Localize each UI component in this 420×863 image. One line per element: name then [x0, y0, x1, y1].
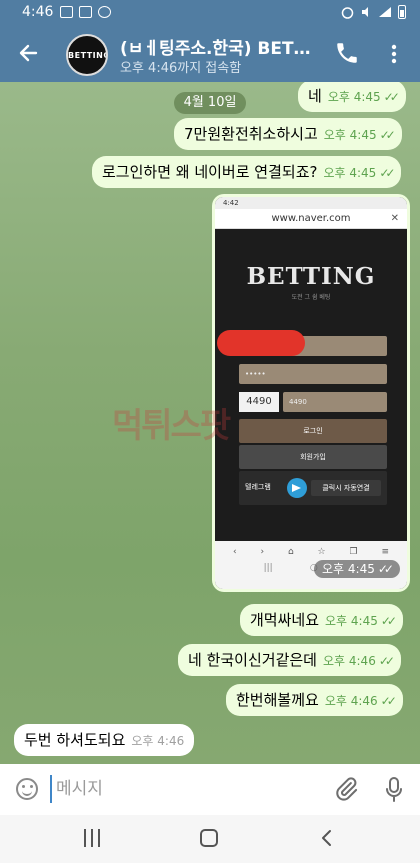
inner-tabs-icon: ❐	[349, 547, 358, 557]
message-text: 7만원환전취소하시고	[184, 125, 318, 143]
read-checkmarks-icon: ✓✓	[379, 166, 395, 180]
emoji-icon[interactable]	[16, 778, 38, 800]
gallery-notification-icon	[60, 6, 73, 18]
status-time: 4:46	[22, 4, 54, 20]
avatar[interactable]: BETTING	[66, 34, 108, 76]
image-time: 오후 4:45 ✓✓	[314, 560, 400, 578]
inner-forward-icon: ›	[260, 547, 265, 557]
message-bubble[interactable]: 네 오후 4:45 ✓✓	[298, 82, 406, 112]
alarm-icon	[341, 6, 354, 19]
notification-icons	[60, 6, 111, 18]
message-text: 두번 하셔도되요	[24, 731, 126, 749]
inner-url-bar: www.naver.com ✕	[215, 209, 407, 229]
recent-apps-icon[interactable]	[84, 829, 102, 847]
last-seen-status: 오후 4:46까지 접속함	[120, 61, 242, 76]
message-text: 한번해볼께요	[236, 691, 319, 709]
tool-notification-icon	[98, 6, 111, 18]
inner-logo-sub: 도전 그 쉼 베팅	[291, 294, 331, 301]
image-time-text: 오후 4:45	[322, 562, 375, 576]
message-input[interactable]	[50, 775, 310, 803]
inner-star-icon: ☆	[317, 547, 326, 557]
redaction-mark	[217, 330, 305, 356]
back-icon[interactable]	[318, 829, 336, 847]
system-icons	[341, 5, 406, 19]
message-time: 오후 4:46	[131, 734, 185, 748]
message-time: 오후 4:46	[322, 654, 376, 668]
signal-icon	[379, 7, 391, 17]
system-navigation-bar	[0, 815, 420, 863]
read-checkmarks-icon: ✓✓	[377, 562, 394, 576]
chat-title[interactable]: (ㅂㅔ팅주소.한국) BET…	[120, 34, 320, 59]
message-bubble[interactable]: 두번 하셔도되요 오후 4:46	[14, 724, 195, 756]
read-checkmarks-icon: ✓✓	[378, 654, 395, 668]
message-time: 오후 4:46	[324, 694, 378, 708]
message-text: 네 한국이신거같은데	[188, 651, 317, 669]
message-bubble[interactable]: 7만원환전취소하시고 오후 4:45 ✓✓	[174, 118, 402, 150]
message-text: 로그인하면 왜 네이버로 연결되죠?	[102, 163, 318, 181]
inner-signup-button: 회원가입	[239, 445, 387, 469]
message-text: 개먹싸네요	[250, 611, 320, 629]
inner-back-icon: ‹	[232, 547, 237, 557]
attach-icon[interactable]	[333, 776, 359, 802]
read-checkmarks-icon: ✓✓	[380, 694, 397, 708]
inner-captcha-input: 4490	[283, 392, 387, 412]
inner-telegram-box: 텔레그램 클릭시 자동연결	[239, 471, 387, 505]
chat-header: BETTING (ㅂㅔ팅주소.한국) BET… 오후 4:46까지 접속함	[0, 26, 420, 82]
inner-logo: BETTING	[246, 263, 376, 290]
image-message[interactable]: 4:42 www.naver.com ✕ BETTING 도전 그 쉼 베팅 •…	[212, 194, 410, 592]
inner-url: www.naver.com	[271, 213, 351, 224]
mute-icon	[362, 7, 368, 17]
chat-area[interactable]: 4월 10일 네 오후 4:45 ✓✓ 7만원환전취소하시고 오후 4:45 ✓✓ 로그…	[0, 82, 420, 764]
back-arrow-icon[interactable]	[14, 38, 44, 68]
message-time: 오후 4:45	[323, 128, 377, 142]
inner-login-button: 로그인	[239, 419, 387, 443]
message-bubble[interactable]: 로그인하면 왜 네이버로 연결되죠? 오후 4:45 ✓✓	[92, 156, 402, 188]
microphone-icon[interactable]	[384, 776, 404, 804]
message-time: 오후 4:45	[327, 90, 381, 104]
inner-recent-icon: |||	[263, 563, 273, 573]
status-bar: 4:46	[0, 0, 420, 26]
telegram-icon	[287, 478, 307, 498]
message-bubble[interactable]: 한번해볼께요 오후 4:46 ✓✓	[226, 684, 403, 716]
embedded-screenshot: 4:42 www.naver.com ✕ BETTING 도전 그 쉼 베팅 •…	[215, 197, 407, 589]
inner-close-icon: ✕	[390, 213, 399, 224]
message-time: 오후 4:45	[323, 166, 377, 180]
home-icon[interactable]	[200, 829, 218, 847]
inner-telegram-label: 텔레그램	[245, 483, 271, 491]
read-checkmarks-icon: ✓✓	[379, 128, 396, 142]
phone-call-icon[interactable]	[334, 40, 360, 66]
inner-password-field: •••••	[239, 364, 387, 384]
inner-telegram-button: 클릭시 자동연결	[311, 480, 381, 496]
date-separator: 4월 10일	[174, 92, 246, 114]
avatar-logo: BETTING	[68, 51, 108, 60]
message-bubble[interactable]: 개먹싸네요 오후 4:45 ✓✓	[240, 604, 403, 636]
message-input-bar	[0, 764, 420, 815]
message-text: 네	[308, 87, 322, 105]
app-notification-icon	[79, 6, 92, 18]
inner-captcha: 4490	[239, 392, 279, 412]
inner-home-icon: ⌂	[287, 547, 294, 557]
battery-icon	[398, 5, 406, 19]
message-time: 오후 4:45	[325, 614, 378, 628]
more-options-icon[interactable]	[384, 40, 404, 68]
read-checkmarks-icon: ✓✓	[383, 90, 400, 104]
read-checkmarks-icon: ✓✓	[380, 614, 397, 628]
message-bubble[interactable]: 네 한국이신거같은데 오후 4:46 ✓✓	[178, 644, 401, 676]
inner-menu-icon: ≡	[381, 547, 390, 557]
watermark: 먹튀스팟	[112, 406, 231, 446]
inner-status-time: 4:42	[215, 197, 407, 209]
